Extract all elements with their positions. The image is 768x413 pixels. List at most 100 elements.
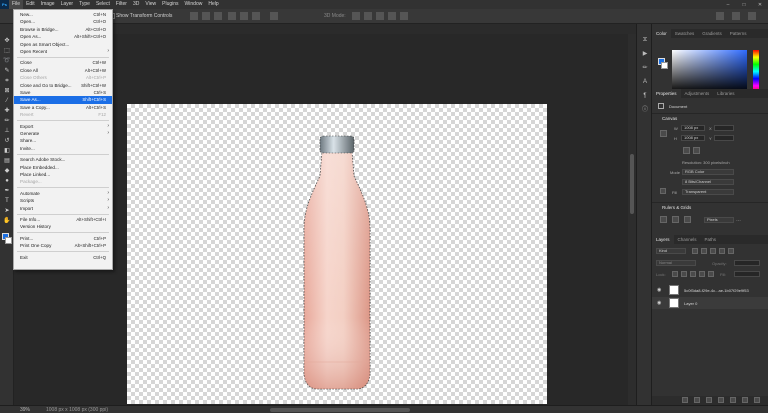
3d-slide-icon[interactable]	[388, 12, 396, 20]
history-panel-icon[interactable]: ⧖	[641, 36, 649, 44]
file-menu-item-file-info[interactable]: File Info... Alt+Shift+Ctrl+I	[14, 216, 112, 223]
height-field[interactable]: 1008 px	[681, 135, 705, 141]
tab-color[interactable]: Color	[652, 29, 671, 38]
marquee-icon[interactable]: ⬚	[3, 48, 11, 55]
tab-channels[interactable]: Channels	[674, 235, 701, 244]
paragraph-panel-icon[interactable]: ¶	[641, 92, 649, 100]
menu-layer[interactable]: Layer	[58, 0, 77, 9]
file-menu-item-browse-in-bridge[interactable]: Browse in Bridge... Alt+Ctrl+O	[14, 26, 112, 33]
link-layers-icon[interactable]	[682, 397, 688, 403]
visibility-eye-icon[interactable]: ◉	[657, 300, 661, 306]
file-menu-item-revert[interactable]: Revert F12	[14, 111, 112, 118]
file-menu-item-generate[interactable]: Generate ›	[14, 130, 112, 137]
align-left-icon[interactable]	[190, 12, 198, 20]
bit-depth-select[interactable]: 8 Bits/Channel	[682, 179, 734, 185]
align-center-icon[interactable]	[202, 12, 210, 20]
file-menu-item-search-adobe-stock[interactable]: Search Adobe Stock...	[14, 156, 112, 163]
menu-view[interactable]: View	[142, 0, 159, 9]
filter-pixel-icon[interactable]	[692, 248, 698, 254]
lock-all-icon[interactable]	[708, 271, 714, 277]
file-menu-item-version-history[interactable]: Version History	[14, 223, 112, 230]
layer-row[interactable]: ◉ Layer 0	[652, 297, 768, 309]
3d-rotate-icon[interactable]	[352, 12, 360, 20]
file-menu-item-exit[interactable]: Exit Ctrl+Q	[14, 254, 112, 261]
trash-icon[interactable]	[754, 397, 760, 403]
file-menu-item-open-recent[interactable]: Open Recent ›	[14, 48, 112, 55]
mask-icon[interactable]	[706, 397, 712, 403]
file-menu-item-package[interactable]: Package...	[14, 178, 112, 185]
grid-icon[interactable]	[672, 216, 679, 223]
horizontal-scrollbar[interactable]	[270, 408, 410, 412]
workspace-icon[interactable]	[732, 12, 740, 20]
scroll-thumb[interactable]	[630, 154, 634, 214]
mode-select[interactable]: RGB Color	[682, 169, 734, 175]
brush-icon[interactable]: ✏	[3, 118, 11, 125]
quick-select-icon[interactable]: ✎	[3, 68, 11, 75]
share-icon[interactable]	[748, 12, 756, 20]
align-right-icon[interactable]	[214, 12, 222, 20]
file-menu-item-new[interactable]: New... Ctrl+N	[14, 11, 112, 18]
gradient-icon[interactable]: ▤	[3, 158, 11, 165]
close-icon[interactable]: ✕	[752, 2, 768, 8]
menu-help[interactable]: Help	[205, 0, 221, 9]
menu-plugins[interactable]: Plugins	[159, 0, 181, 9]
portrait-icon[interactable]	[683, 147, 690, 154]
menu-image[interactable]: Image	[38, 0, 58, 9]
character-panel-icon[interactable]: A	[641, 78, 649, 86]
opacity-field[interactable]	[734, 260, 760, 266]
color-panel-background-swatch[interactable]	[661, 62, 668, 69]
info-panel-icon[interactable]: ⓘ	[641, 106, 649, 114]
stamp-icon[interactable]: ⊥	[3, 128, 11, 135]
healing-icon[interactable]: ✚	[3, 108, 11, 115]
brush-panel-icon[interactable]: ✏	[641, 64, 649, 72]
menu-select[interactable]: Select	[93, 0, 113, 9]
fill-select[interactable]: Transparent	[682, 189, 734, 195]
3d-pan-icon[interactable]	[376, 12, 384, 20]
file-menu-item-save-as[interactable]: Save As... Shift+Ctrl+S	[14, 96, 112, 104]
file-menu-item-print[interactable]: Print... Ctrl+P	[14, 235, 112, 242]
file-menu-item-automate[interactable]: Automate ›	[14, 190, 112, 197]
kind-filter-select[interactable]: Kind	[656, 248, 686, 254]
layer-name[interactable]: 5c0f3da8-f29e-4c...ae-1b07f29e9f53	[684, 288, 749, 293]
filter-adjust-icon[interactable]	[701, 248, 707, 254]
blend-mode-select[interactable]: Normal	[656, 260, 696, 266]
file-menu-item-save-a-copy[interactable]: Save a Copy... Alt+Ctrl+S	[14, 104, 112, 111]
distribute-icon[interactable]	[270, 12, 278, 20]
filter-shape-icon[interactable]	[719, 248, 725, 254]
new-layer-icon[interactable]	[742, 397, 748, 403]
color-field[interactable]	[672, 50, 747, 93]
lock-paint-icon[interactable]	[681, 271, 687, 277]
blur-icon[interactable]: ◆	[3, 168, 11, 175]
tab-layers[interactable]: Layers	[652, 235, 674, 244]
actions-panel-icon[interactable]: ▶	[641, 50, 649, 58]
file-menu-item-open[interactable]: Open... Ctrl+O	[14, 18, 112, 25]
filter-smart-icon[interactable]	[728, 248, 734, 254]
3d-roll-icon[interactable]	[364, 12, 372, 20]
menu-file[interactable]: File	[9, 0, 24, 9]
file-menu-item-print-one-copy[interactable]: Print One Copy Alt+Shift+Ctrl+P	[14, 242, 112, 249]
more-options-icon[interactable]: …	[736, 217, 742, 223]
file-menu-item-save[interactable]: Save Ctrl+S	[14, 89, 112, 96]
menu-filter[interactable]: Filter	[113, 0, 130, 9]
file-menu-item-invite[interactable]: Invite...	[14, 145, 112, 152]
tab-patterns[interactable]: Patterns	[726, 29, 751, 38]
eyedropper-icon[interactable]: ⁄	[3, 98, 11, 105]
file-menu-item-scripts[interactable]: Scripts ›	[14, 197, 112, 204]
tab-properties[interactable]: Properties	[652, 89, 681, 98]
document-canvas[interactable]	[127, 104, 547, 404]
align-middle-icon[interactable]	[240, 12, 248, 20]
file-menu-item-share[interactable]: Share...	[14, 137, 112, 144]
maximize-icon[interactable]: □	[736, 2, 752, 8]
file-menu-item-close-all[interactable]: Close All Alt+Ctrl+W	[14, 67, 112, 74]
file-menu-item-place-linked[interactable]: Place Linked...	[14, 171, 112, 178]
adjustment-layer-icon[interactable]	[718, 397, 724, 403]
path-select-icon[interactable]: ➤	[3, 208, 11, 215]
fill-swatch[interactable]	[660, 188, 666, 194]
file-menu-item-open-as-smart-object[interactable]: Open as Smart Object...	[14, 41, 112, 48]
file-menu-item-close-others[interactable]: Close Others Alt+Ctrl+P	[14, 74, 112, 81]
layer-row[interactable]: ◉ 5c0f3da8-f29e-4c...ae-1b07f29e9f53	[652, 284, 768, 296]
ruler-icon[interactable]	[660, 216, 667, 223]
ruler-units-select[interactable]: Pixels	[704, 217, 734, 223]
pen-icon[interactable]: ✒	[3, 188, 11, 195]
hand-icon[interactable]: ✋	[3, 218, 11, 225]
